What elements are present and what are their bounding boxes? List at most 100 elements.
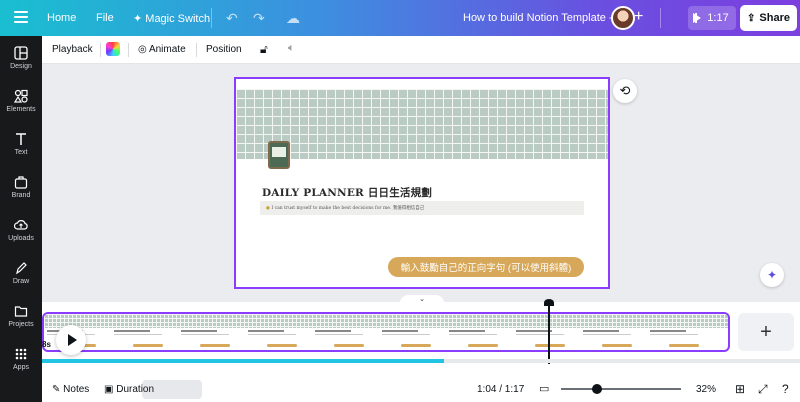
zoom-level[interactable]: 32%: [696, 384, 716, 395]
lightbulb-icon: ●: [266, 206, 270, 211]
page-view-icon[interactable]: ▭: [539, 382, 549, 395]
notes-button[interactable]: ✎ Notes: [52, 384, 89, 395]
text-icon: [16, 133, 26, 145]
notes-label: Notes: [63, 384, 90, 395]
quote-cn-text: 我值得相信自己: [392, 206, 425, 211]
timeline-track[interactable]: [42, 312, 730, 352]
quote-text: I can trust myself to make the best deci…: [271, 206, 392, 211]
playback-time: 1:04 / 1:17: [477, 384, 525, 395]
playback-button[interactable]: Playback: [52, 44, 93, 55]
timeline-play-button[interactable]: [56, 325, 86, 355]
sidebar-item-apps[interactable]: Apps: [0, 347, 42, 371]
sidebar-item-elements[interactable]: Elements: [0, 89, 42, 113]
playback-progress-fill: [42, 359, 444, 363]
track-thumbnail: [312, 328, 379, 350]
grid-view-icon[interactable]: ⊞: [735, 382, 745, 396]
play-icon: [693, 13, 702, 23]
animate-label: Animate: [148, 44, 186, 55]
track-thumbnail: [446, 328, 513, 350]
sidebar-item-draw[interactable]: Draw: [0, 261, 42, 285]
cloud-save-icon[interactable]: ☁: [286, 10, 300, 27]
redo-icon[interactable]: ↷: [253, 10, 265, 27]
track-thumbnail: [178, 328, 245, 350]
notes-icon: ✎: [52, 384, 64, 395]
sidebar-item-brand[interactable]: Brand: [0, 175, 42, 199]
projects-icon: [14, 306, 28, 317]
track-thumbnail: [647, 328, 714, 350]
sidebar-item-label: Projects: [8, 321, 34, 328]
sparkle-icon: ✦: [133, 13, 146, 25]
playhead[interactable]: [548, 302, 550, 364]
undo-icon[interactable]: ↶: [226, 10, 238, 27]
duration-label: Duration: [116, 384, 155, 395]
divider: [128, 43, 129, 57]
quote-bar[interactable]: ● I can trust myself to make the best de…: [260, 201, 584, 215]
avatar[interactable]: [611, 6, 635, 30]
document-title[interactable]: How to build Notion Template -1: [463, 12, 619, 24]
present-play-button[interactable]: 1:17: [688, 6, 736, 30]
duration-icon: ▣: [104, 384, 117, 395]
magic-switch-button[interactable]: ✦ Magic Switch: [133, 12, 210, 25]
color-picker-icon[interactable]: [106, 42, 120, 56]
sidebar-item-label: Uploads: [8, 235, 34, 242]
play-icon: [68, 334, 77, 346]
track-thumbnail: [245, 328, 312, 350]
left-sidebar: Design Elements Text Brand Uploads Draw …: [0, 36, 42, 402]
sidebar-item-label: Draw: [12, 278, 30, 285]
track-thumbnail: [379, 328, 446, 350]
position-button[interactable]: Position: [206, 44, 242, 55]
sidebar-item-label: Brand: [11, 192, 31, 199]
sidebar-item-label: Design: [10, 63, 32, 70]
add-page-button[interactable]: +: [738, 313, 794, 351]
refresh-icon[interactable]: ⟲: [613, 79, 637, 103]
sidebar-item-label: Text: [14, 149, 28, 156]
sidebar-item-text[interactable]: Text: [0, 132, 42, 156]
draw-icon: [16, 262, 27, 275]
elements-icon: [14, 89, 28, 103]
plus-icon: +: [760, 320, 772, 343]
magic-assistant-icon[interactable]: ✦: [760, 263, 784, 287]
play-time: 1:17: [707, 12, 729, 24]
divider: [100, 43, 101, 57]
sidebar-item-label: Elements: [6, 106, 36, 113]
share-button[interactable]: ⇪ Share: [740, 5, 797, 31]
divider: [211, 8, 212, 28]
calendar-illustration[interactable]: [268, 141, 290, 169]
grid-background: [236, 89, 608, 159]
sidebar-item-label: Apps: [13, 364, 29, 371]
divider: [660, 8, 661, 28]
playback-progress[interactable]: [42, 359, 800, 363]
design-page[interactable]: DAILY PLANNER 日日生活規劃 ● I can trust mysel…: [234, 77, 610, 289]
sidebar-item-uploads[interactable]: Uploads: [0, 218, 42, 242]
sidebar-item-design[interactable]: Design: [0, 46, 42, 70]
track-thumbnail: [580, 328, 647, 350]
track-thumbnail-bg: [44, 314, 728, 328]
share-label: Share: [759, 12, 790, 24]
brand-icon: [14, 176, 28, 189]
encouragement-pill[interactable]: 輸入鼓勵自己的正向字句 (可以使用斜體): [388, 257, 584, 277]
zoom-slider-handle[interactable]: [592, 384, 602, 394]
add-collaborator-icon[interactable]: +: [634, 8, 643, 26]
clip-duration-badge: 8s: [42, 340, 51, 349]
planner-title[interactable]: DAILY PLANNER 日日生活規劃: [262, 185, 432, 200]
file-menu[interactable]: File: [96, 12, 114, 24]
divider: [196, 43, 197, 57]
share-icon: ⇪: [747, 12, 756, 24]
help-icon[interactable]: ?: [782, 382, 789, 396]
menu-icon[interactable]: [14, 11, 28, 23]
magic-switch-label: Magic Switch: [145, 13, 211, 25]
zoom-slider[interactable]: [561, 388, 681, 390]
uploads-icon: [14, 220, 28, 230]
fullscreen-icon[interactable]: ⤢: [758, 382, 768, 397]
design-icon: [14, 46, 28, 60]
chevron-down-icon[interactable]: ⌄: [400, 295, 444, 305]
animate-button[interactable]: ◎ Animate: [138, 44, 186, 55]
apps-icon: [15, 348, 27, 360]
lock-icon[interactable]: 🔓︎: [260, 42, 268, 57]
volume-icon[interactable]: 🔈︎: [288, 42, 295, 55]
sidebar-item-projects[interactable]: Projects: [0, 304, 42, 328]
editor-toolbar: Playback ◎ Animate Position 🔓︎ 🔈︎: [42, 36, 800, 64]
duration-button[interactable]: ▣ Duration: [104, 384, 154, 395]
top-bar: Home File ✦ Magic Switch ↶ ↷ ☁ How to bu…: [0, 0, 800, 36]
home-button[interactable]: Home: [47, 12, 76, 24]
